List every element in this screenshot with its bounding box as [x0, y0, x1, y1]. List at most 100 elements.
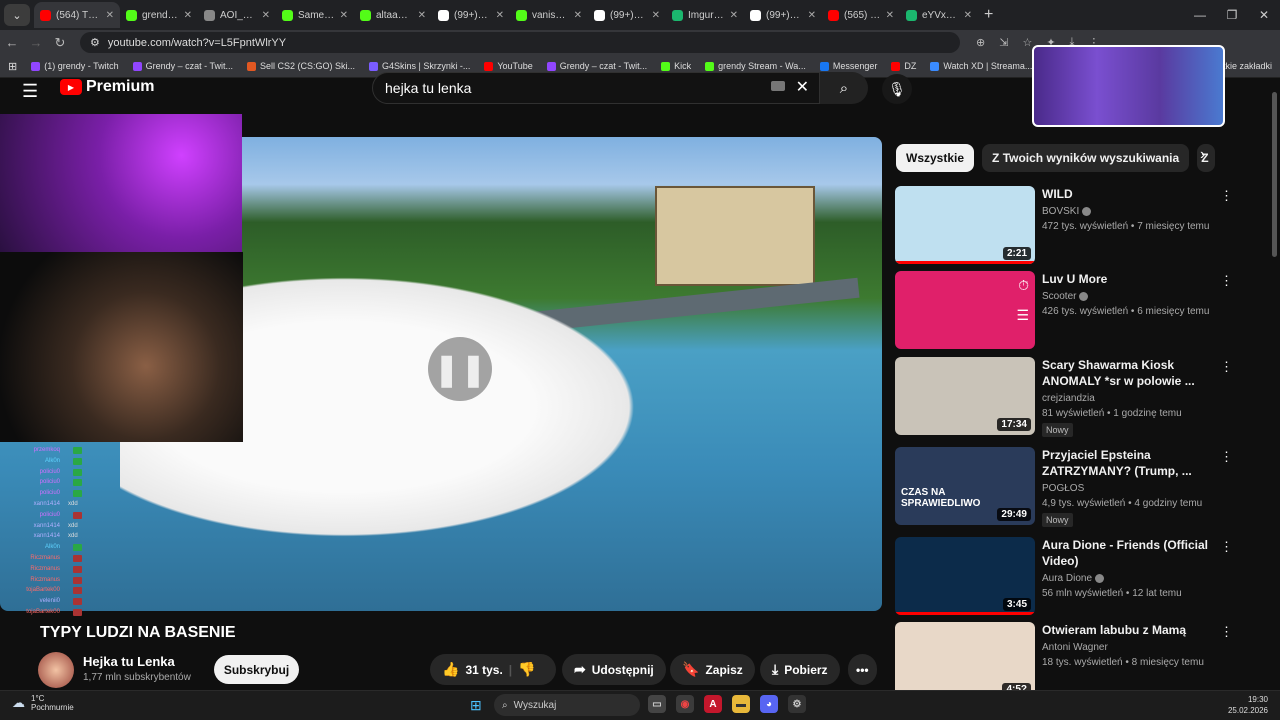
chevron-right-icon[interactable]: ›: [1200, 146, 1205, 164]
recommendation-item[interactable]: 17:34 Scary Shawarma Kiosk ANOMALY *sr w…: [895, 357, 1235, 439]
search-button[interactable]: ⌕: [820, 72, 868, 104]
more-options-icon[interactable]: ⋮: [1220, 359, 1233, 375]
close-tab-icon[interactable]: ✕: [964, 10, 972, 21]
windows-start-icon[interactable]: ⊞: [470, 697, 482, 714]
video-thumbnail[interactable]: CZAS NA SPRAWIEDLIWO 29:49: [895, 447, 1035, 525]
task-view-icon[interactable]: ▭: [648, 695, 666, 713]
bookmark-item[interactable]: G4Skins | Skrzynki -...: [369, 61, 470, 71]
channel-name[interactable]: crejziandzia: [1042, 393, 1212, 404]
browser-tab[interactable]: grendy Strea ✕: [120, 2, 198, 28]
video-title[interactable]: Przyjaciel Epsteina ZATRZYMANY? (Trump, …: [1042, 447, 1212, 479]
browser-tab[interactable]: (564) TYP ✕: [34, 2, 120, 28]
close-tab-icon[interactable]: ✕: [340, 10, 348, 21]
channel-name[interactable]: BOVSKI: [1042, 206, 1212, 217]
add-to-queue-icon[interactable]: ☰: [1016, 307, 1029, 324]
url-field[interactable]: ⚙ youtube.com/watch?v=L5FpntWlrYY: [80, 32, 960, 53]
like-button[interactable]: 👍 31 tys. | 👎: [430, 654, 556, 685]
back-icon[interactable]: ←: [0, 35, 24, 50]
adobe-icon[interactable]: A: [704, 695, 722, 713]
subscribe-button[interactable]: Subskrybuj: [214, 655, 299, 684]
close-tab-icon[interactable]: ✕: [808, 10, 816, 21]
video-title[interactable]: Otwieram labubu z Mamą: [1042, 622, 1212, 638]
pause-icon[interactable]: ❚❚: [428, 337, 492, 401]
browser-tab[interactable]: (99+)szarat ✕: [588, 2, 666, 28]
taskbar-search[interactable]: ⌕ Wyszukaj: [494, 694, 640, 716]
clear-search-icon[interactable]: ✕: [796, 77, 809, 97]
minimize-icon[interactable]: —: [1184, 0, 1216, 30]
watch-later-icon[interactable]: ⏱: [1018, 277, 1029, 294]
hamburger-menu-icon[interactable]: ☰: [22, 81, 38, 102]
settings-gear-icon[interactable]: ⚙: [788, 695, 806, 713]
thumbs-down-icon[interactable]: 👎: [518, 661, 535, 678]
recommendation-item[interactable]: 2:21 WILD BOVSKI 472 tys. wyświetleń • 7 m…: [895, 186, 1235, 268]
bookmark-item[interactable]: (1) grendy - Twitch: [31, 61, 119, 71]
bookmark-item[interactable]: Messenger: [819, 61, 877, 71]
search-input[interactable]: hejka tu lenka ✕: [372, 72, 820, 104]
close-tab-icon[interactable]: ✕: [886, 10, 894, 21]
restore-icon[interactable]: ❐: [1216, 0, 1248, 30]
close-tab-icon[interactable]: ✕: [262, 10, 270, 21]
more-options-icon[interactable]: ⋮: [1220, 449, 1233, 465]
page-scrollbar[interactable]: [1272, 92, 1277, 257]
recommendation-item[interactable]: ⏱ ☰ Luv U More Scooter 426 tys. wyświetleń …: [895, 271, 1235, 353]
bookmark-item[interactable]: Grendy – czat - Twit...: [546, 61, 647, 71]
close-tab-icon[interactable]: ✕: [574, 10, 582, 21]
tab-search-button[interactable]: ⌄: [4, 4, 30, 26]
close-tab-icon[interactable]: ✕: [418, 10, 426, 21]
bookmark-item[interactable]: Grendy – czat - Twit...: [132, 61, 233, 71]
recommendation-item[interactable]: 3:45 Aura Dione - Friends (Official Video…: [895, 537, 1235, 619]
more-options-icon[interactable]: ⋮: [1220, 188, 1233, 204]
download-button[interactable]: ⤓ Pobierz: [760, 654, 840, 685]
close-tab-icon[interactable]: ✕: [496, 10, 504, 21]
recommendation-item[interactable]: CZAS NA SPRAWIEDLIWO 29:49 Przyjaciel Epst…: [895, 447, 1235, 529]
bookmark-item[interactable]: YouTube: [484, 61, 533, 71]
close-tab-icon[interactable]: ✕: [730, 10, 738, 21]
browser-tab[interactable]: altaaar - Wa ✕: [354, 2, 432, 28]
filter-chip[interactable]: Z Twoich wyników wyszukiwania: [982, 144, 1190, 172]
more-actions-button[interactable]: •••: [848, 654, 877, 685]
channel-name[interactable]: POGŁOS: [1042, 483, 1212, 494]
browser-tab[interactable]: SamekFPS - ✕: [276, 2, 354, 28]
video-thumbnail[interactable]: 3:45: [895, 537, 1035, 615]
video-title[interactable]: Scary Shawarma Kiosk ANOMALY *sr w polow…: [1042, 357, 1212, 389]
share-button[interactable]: ➦ Udostępnij: [562, 654, 666, 685]
browser-tab[interactable]: eYVxEYJ.png ✕: [900, 2, 978, 28]
browser-tab[interactable]: (99+)Tazzy ✕: [744, 2, 822, 28]
file-explorer-icon[interactable]: ▬: [732, 695, 750, 713]
apps-grid-icon[interactable]: ⊞: [8, 60, 17, 73]
youtube-logo[interactable]: ▶ Premium: [60, 78, 154, 96]
video-title[interactable]: Luv U More: [1042, 271, 1212, 287]
close-tab-icon[interactable]: ✕: [184, 10, 192, 21]
zoom-icon[interactable]: ⊕: [976, 36, 985, 49]
browser-tab[interactable]: (99+)Zimne ✕: [432, 2, 510, 28]
bookmark-item[interactable]: Kick: [661, 61, 691, 71]
system-clock[interactable]: 19:30 25.02.2026: [1228, 694, 1268, 716]
discord-icon[interactable]: ◕: [760, 695, 778, 713]
browser-tab[interactable]: AOI_d_-OY9 ✕: [198, 2, 276, 28]
channel-name[interactable]: Antoni Wagner: [1042, 642, 1212, 653]
bookmark-item[interactable]: DZ: [891, 61, 916, 71]
browser-tab[interactable]: Imgur: The m ✕: [666, 2, 744, 28]
video-thumbnail[interactable]: ⏱ ☰: [895, 271, 1035, 349]
browser-tab[interactable]: vaniszek19 ✕: [510, 2, 588, 28]
chrome-icon[interactable]: ◉: [676, 695, 694, 713]
weather-widget[interactable]: ☁ 1°C Pochmurnie: [12, 694, 74, 712]
bookmark-item[interactable]: Watch XD | Streama...: [930, 61, 1032, 71]
other-bookmarks[interactable]: tkie zakładki: [1223, 61, 1272, 71]
picture-in-picture-overlay[interactable]: [1032, 45, 1225, 127]
video-thumbnail[interactable]: 2:21: [895, 186, 1035, 264]
bookmark-star-icon[interactable]: ☆: [1022, 36, 1032, 49]
more-options-icon[interactable]: ⋮: [1220, 273, 1233, 289]
voice-search-button[interactable]: 🎙: [882, 74, 912, 104]
new-tab-button[interactable]: +: [984, 6, 993, 24]
video-thumbnail[interactable]: 17:34: [895, 357, 1035, 435]
close-tab-icon[interactable]: ✕: [106, 10, 114, 21]
close-window-icon[interactable]: ✕: [1248, 0, 1280, 30]
more-options-icon[interactable]: ⋮: [1220, 539, 1233, 555]
save-button[interactable]: 🔖 Zapisz: [670, 654, 755, 685]
keyboard-icon[interactable]: [771, 81, 785, 91]
filter-chip[interactable]: Wszystkie: [896, 144, 975, 172]
install-icon[interactable]: ⇲: [999, 36, 1008, 49]
video-thumbnail[interactable]: 4:5?: [895, 622, 1035, 700]
reload-icon[interactable]: ↻: [48, 35, 72, 51]
